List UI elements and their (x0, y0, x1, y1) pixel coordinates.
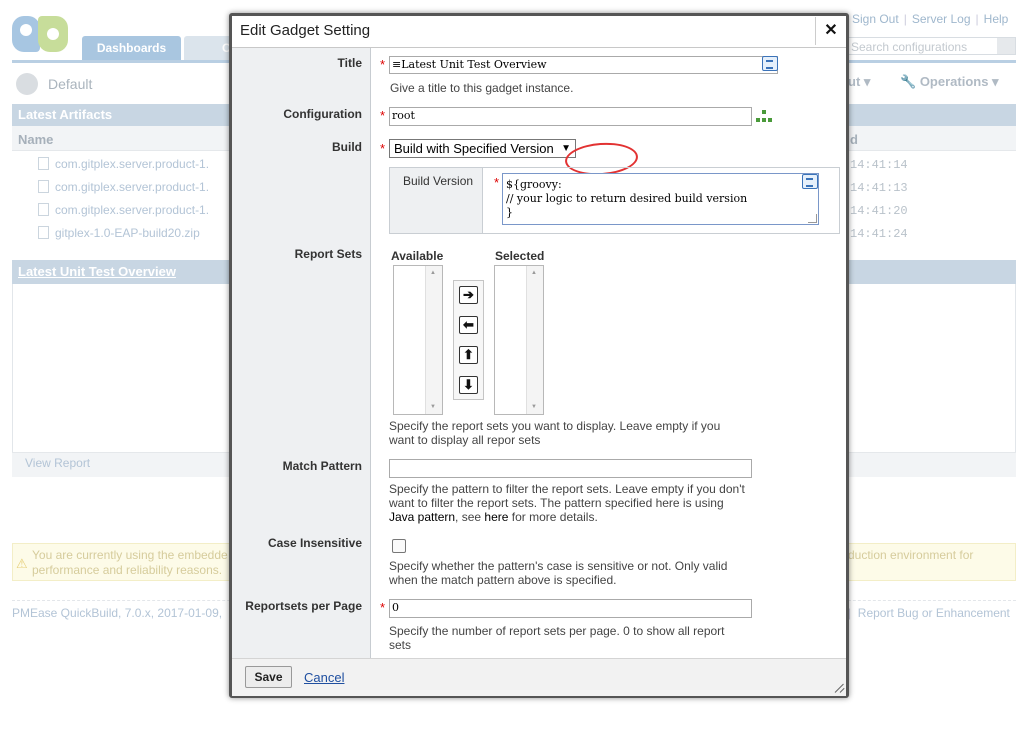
server-log-link[interactable]: Server Log (912, 12, 971, 26)
build-version-label: Build Version (403, 174, 474, 188)
move-right-icon[interactable]: ➔ (459, 286, 478, 304)
reportsets-per-page-label: Reportsets per Page (245, 599, 362, 613)
required-marker: * (380, 108, 386, 123)
tab-dashboards[interactable]: Dashboards (82, 36, 181, 60)
title-input[interactable]: ≡Latest Unit Test Overview (389, 56, 778, 74)
match-pattern-help: Specify the pattern to filter the report… (389, 482, 745, 524)
save-button[interactable]: Save (245, 666, 292, 688)
java-pattern-link[interactable]: Java pattern (389, 510, 455, 524)
artifact-link[interactable]: com.gitplex.server.product-1. (24, 203, 209, 217)
configuration-label: Configuration (283, 107, 362, 121)
warning-icon: ⚠ (16, 556, 28, 571)
dashboard-gauge-icon (16, 73, 38, 95)
artifact-link[interactable]: com.gitplex.server.product-1. (24, 157, 209, 171)
column-date[interactable]: d (850, 132, 858, 147)
warning-text: You are currently using the embedde perfo… (32, 548, 228, 577)
scrollbar[interactable] (526, 266, 543, 414)
artifact-link[interactable]: gitplex-1.0-EAP-build20.zip (24, 226, 200, 240)
configuration-tree-icon[interactable] (756, 110, 772, 122)
dashboard-name[interactable]: Default (48, 76, 92, 92)
match-pattern-label: Match Pattern (282, 459, 362, 473)
scrollbar[interactable] (425, 266, 442, 414)
selected-list[interactable] (494, 265, 544, 415)
required-marker: * (380, 600, 386, 615)
match-pattern-input[interactable] (389, 459, 752, 478)
artifact-time: 14:41:20 (850, 204, 908, 218)
report-sets-label: Report Sets (294, 247, 362, 261)
close-icon[interactable]: ✕ (815, 17, 846, 45)
wrench-icon: 🔧 (900, 74, 917, 89)
view-report-link[interactable]: View Report (25, 456, 90, 470)
operations-menu[interactable]: 🔧 Operations ▾ (900, 74, 999, 90)
help-link[interactable]: Help (984, 12, 1009, 26)
footer-version: PMEase QuickBuild, 7.0.x, 2017-01-09, (12, 606, 223, 620)
column-name[interactable]: Name (18, 132, 53, 147)
search-input[interactable]: Search configurations (846, 37, 1016, 55)
move-up-icon[interactable]: ⬆ (459, 346, 478, 364)
top-links: Sign Out | Server Log | Help (852, 12, 1009, 26)
edit-text-icon[interactable] (802, 174, 818, 189)
dialog-title: Edit Gadget Setting (240, 22, 371, 39)
edit-text-icon[interactable] (762, 56, 778, 71)
case-insensitive-label: Case Insensitive (267, 536, 362, 550)
case-insensitive-checkbox[interactable] (392, 539, 406, 553)
artifact-time: 14:41:24 (850, 227, 908, 241)
reportsets-per-page-input[interactable]: 0 (389, 599, 752, 618)
required-marker: * (380, 57, 386, 72)
resize-handle-icon[interactable] (835, 683, 845, 693)
required-marker: * (494, 175, 500, 190)
search-icon[interactable] (997, 38, 1015, 54)
configuration-input[interactable]: root (389, 107, 752, 126)
sign-out-link[interactable]: Sign Out (852, 12, 899, 26)
available-list[interactable] (393, 265, 443, 415)
reportsets-per-page-help: Specify the number of report sets per pa… (389, 624, 725, 652)
build-version-textarea[interactable]: ${groovy: // your logic to return desire… (502, 173, 819, 225)
unit-test-title[interactable]: Latest Unit Test Overview (18, 264, 176, 279)
menu-partial[interactable]: ut ▾ (848, 74, 870, 90)
here-link[interactable]: here (484, 510, 508, 524)
build-select[interactable]: Build with Specified Version ▼ (389, 139, 576, 158)
selected-header: Selected (495, 249, 545, 263)
available-header: Available (391, 249, 444, 263)
tab-configurations[interactable]: C (184, 36, 232, 60)
report-sets-help: Specify the report sets you want to disp… (389, 419, 721, 447)
move-down-icon[interactable]: ⬇ (459, 376, 478, 394)
artifacts-title: Latest Artifacts (18, 107, 113, 122)
cancel-link[interactable]: Cancel (304, 670, 344, 685)
build-label: Build (332, 140, 362, 154)
artifact-time: 14:41:13 (850, 181, 908, 195)
artifact-time: 14:41:14 (850, 158, 908, 172)
search-placeholder: Search configurations (851, 40, 968, 54)
warning-text-right: duction environment for (848, 548, 974, 562)
artifact-link[interactable]: com.gitplex.server.product-1. (24, 180, 209, 194)
move-left-icon[interactable]: ⬅ (459, 316, 478, 334)
case-insensitive-help: Specify whether the pattern's case is se… (389, 559, 728, 587)
quickbuild-logo (12, 16, 68, 54)
required-marker: * (380, 141, 386, 156)
title-help: Give a title to this gadget instance. (390, 81, 574, 95)
title-label: Title (337, 56, 362, 70)
report-bug-link[interactable]: | Report Bug or Enhancement (848, 606, 1010, 620)
resize-grip[interactable] (808, 214, 817, 223)
